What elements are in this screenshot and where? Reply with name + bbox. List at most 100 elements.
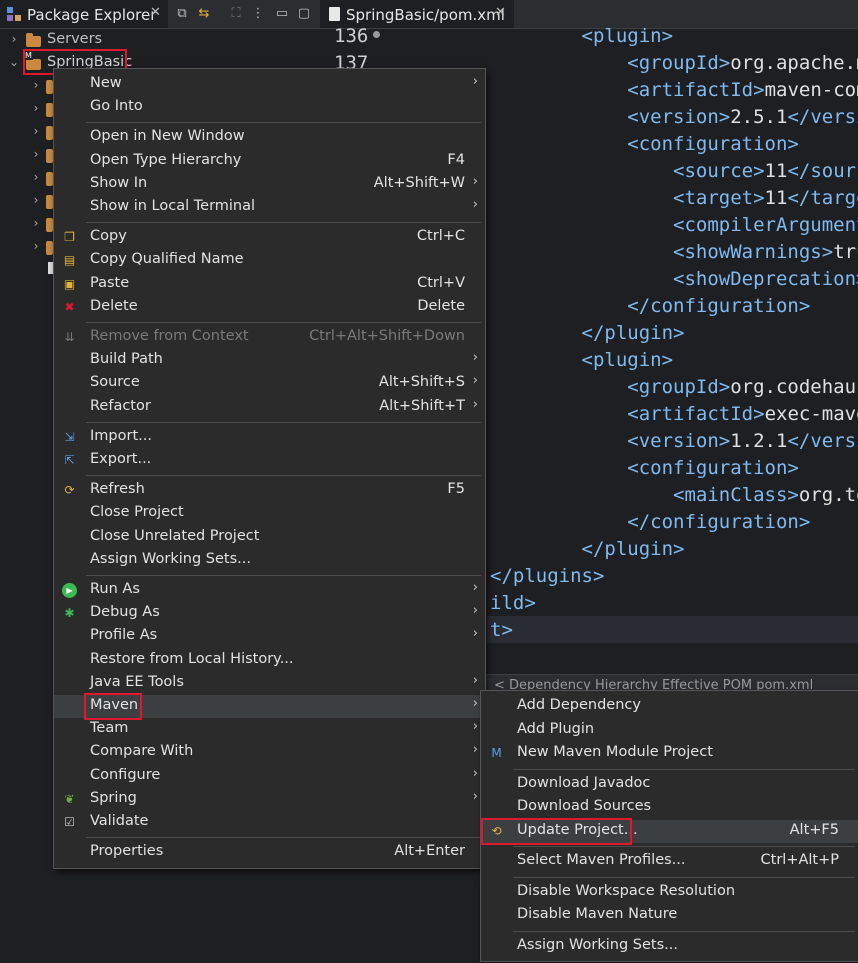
code-line[interactable]: <plugin> xyxy=(490,347,858,374)
tree-item-servers[interactable]: › Servers xyxy=(0,28,320,51)
focus-icon[interactable]: ⛶ xyxy=(226,4,246,24)
menu-item-profile-as[interactable]: Profile As › xyxy=(54,625,485,648)
code-line[interactable]: <artifactId>maven-com xyxy=(490,77,858,104)
package-icon xyxy=(46,103,53,117)
code-line[interactable]: </configuration> xyxy=(490,509,858,536)
menu-item-restore-from-local-history[interactable]: Restore from Local History... xyxy=(54,649,485,672)
menu-item-java-ee-tools[interactable]: Java EE Tools › xyxy=(54,672,485,695)
menu-item-refactor[interactable]: Refactor Alt+Shift+T › xyxy=(54,396,485,419)
menu-item-refresh[interactable]: ⟳ Refresh F5 xyxy=(54,479,485,502)
code-line[interactable]: </plugin> xyxy=(490,536,858,563)
menu-item-export[interactable]: ⇱ Export... xyxy=(54,449,485,472)
menu-item-close-unrelated-project[interactable]: Close Unrelated Project xyxy=(54,526,485,549)
xml-tag: <artifactId> xyxy=(627,79,765,101)
code-line[interactable]: ild> xyxy=(490,590,858,617)
code-line[interactable]: </plugins> xyxy=(490,563,858,590)
code-line[interactable]: </configuration> xyxy=(490,293,858,320)
code-line[interactable]: <groupId>org.codehaus xyxy=(490,374,858,401)
menu-item-label: Paste xyxy=(90,274,130,291)
menu-item-copy[interactable]: ❐ Copy Ctrl+C xyxy=(54,226,485,249)
code-line[interactable]: <target>11</targe xyxy=(490,185,858,212)
highlight-box xyxy=(84,693,142,720)
code-line[interactable]: <groupId>org.apache.m xyxy=(490,50,858,77)
chevron-right-icon[interactable]: › xyxy=(30,212,42,235)
xml-text: 11 xyxy=(764,187,788,209)
code-line[interactable]: <plugin> xyxy=(490,23,858,50)
code-line[interactable]: </plugin> xyxy=(490,320,858,347)
menu-item-assign-working-sets[interactable]: Assign Working Sets... xyxy=(481,935,858,958)
menu-item-show-in-local-terminal[interactable]: Show in Local Terminal › xyxy=(54,196,485,219)
menu-item-label: Restore from Local History... xyxy=(90,650,294,667)
menu-item-open-in-new-window[interactable]: Open in New Window xyxy=(54,126,485,149)
view-menu-icon[interactable]: ⋮ xyxy=(248,4,268,24)
link-with-editor-icon[interactable]: ⇆ xyxy=(194,4,214,24)
validate-icon: ☑ xyxy=(64,815,75,829)
submenu-arrow-icon: › xyxy=(472,74,478,89)
menu-item-import[interactable]: ⇲ Import... xyxy=(54,426,485,449)
code-line[interactable]: <source>11</sourc xyxy=(490,158,858,185)
menu-item-source[interactable]: Source Alt+Shift+S › xyxy=(54,372,485,395)
menu-item-compare-with[interactable]: Compare With › xyxy=(54,741,485,764)
code-line[interactable]: <compilerArgument xyxy=(490,212,858,239)
menu-item-label: Compare With xyxy=(90,743,194,760)
code-line[interactable]: <version>2.5.1</versi xyxy=(490,104,858,131)
xml-tag: <configuration> xyxy=(627,133,799,155)
menu-item-new[interactable]: New › xyxy=(54,73,485,96)
minimize-icon[interactable]: ▭ xyxy=(272,4,292,24)
package-icon xyxy=(46,80,53,94)
menu-item-team[interactable]: Team › xyxy=(54,718,485,741)
chevron-right-icon[interactable]: › xyxy=(8,28,20,51)
code-line[interactable]: <artifactId>exec-mave xyxy=(490,401,858,428)
menu-item-select-maven-profiles[interactable]: Select Maven Profiles... Ctrl+Alt+P xyxy=(481,850,858,873)
package-explorer-tab[interactable]: Package Explorer ✕ xyxy=(0,0,168,28)
chevron-right-icon[interactable]: › xyxy=(30,166,42,189)
menu-item-show-in[interactable]: Show In Alt+Shift+W › xyxy=(54,173,485,196)
chevron-right-icon[interactable]: › xyxy=(30,97,42,120)
menu-item-paste[interactable]: ▣ Paste Ctrl+V xyxy=(54,273,485,296)
close-icon[interactable]: ✕ xyxy=(495,5,506,20)
code-line[interactable]: <mainClass>org.te xyxy=(490,482,858,509)
menu-item-new-maven-module-project[interactable]: M New Maven Module Project xyxy=(481,742,858,765)
menu-item-open-type-hierarchy[interactable]: Open Type Hierarchy F4 xyxy=(54,150,485,173)
menu-item-assign-working-sets[interactable]: Assign Working Sets... xyxy=(54,549,485,572)
chevron-right-icon[interactable]: › xyxy=(30,143,42,166)
menu-item-add-plugin[interactable]: Add Plugin xyxy=(481,719,858,742)
code-line[interactable]: <showDeprecation> xyxy=(490,266,858,293)
menu-item-debug-as[interactable]: ✱ Debug As › xyxy=(54,602,485,625)
fold-icon[interactable] xyxy=(373,31,380,38)
menu-item-build-path[interactable]: Build Path › xyxy=(54,349,485,372)
maximize-icon[interactable]: ▢ xyxy=(294,4,314,24)
menu-item-add-dependency[interactable]: Add Dependency xyxy=(481,695,858,718)
code-line[interactable]: <configuration> xyxy=(490,131,858,158)
menu-item-disable-maven-nature[interactable]: Disable Maven Nature xyxy=(481,904,858,927)
menu-item-copy-qualified-name[interactable]: ▤ Copy Qualified Name xyxy=(54,249,485,272)
delete-icon: ✖ xyxy=(64,299,75,314)
menu-item-close-project[interactable]: Close Project xyxy=(54,502,485,525)
menu-item-spring[interactable]: ❦ Spring › xyxy=(54,788,485,811)
menu-item-download-sources[interactable]: Download Sources xyxy=(481,796,858,819)
code-line[interactable]: <version>1.2.1</versi xyxy=(490,428,858,455)
menu-item-delete[interactable]: ✖ Delete Delete xyxy=(54,296,485,319)
menu-item-download-javadoc[interactable]: Download Javadoc xyxy=(481,773,858,796)
collapse-all-icon[interactable]: ⧉ xyxy=(172,4,192,24)
code-line[interactable]: <configuration> xyxy=(490,455,858,482)
xml-tag: ild> xyxy=(490,592,536,614)
chevron-right-icon[interactable]: › xyxy=(30,120,42,143)
code-line[interactable]: <showWarnings>tru xyxy=(490,239,858,266)
menu-item-disable-workspace-resolution[interactable]: Disable Workspace Resolution xyxy=(481,881,858,904)
menu-item-run-as[interactable]: ▶ Run As › xyxy=(54,579,485,602)
chevron-right-icon[interactable]: › xyxy=(30,235,42,258)
chevron-right-icon[interactable]: › xyxy=(30,189,42,212)
code-line[interactable]: t> xyxy=(490,617,858,644)
chevron-right-icon[interactable]: › xyxy=(30,74,42,97)
xml-text: exec-mave xyxy=(764,403,858,425)
close-icon[interactable]: ✕ xyxy=(150,5,161,20)
menu-item-go-into[interactable]: Go Into xyxy=(54,96,485,119)
menu-item-validate[interactable]: ☑ Validate xyxy=(54,811,485,834)
menu-item-properties[interactable]: Properties Alt+Enter xyxy=(54,841,485,864)
chevron-down-icon[interactable]: ⌄ xyxy=(8,51,20,74)
menu-separator xyxy=(86,322,481,323)
menu-separator xyxy=(86,475,481,477)
menu-item-configure[interactable]: Configure › xyxy=(54,765,485,788)
